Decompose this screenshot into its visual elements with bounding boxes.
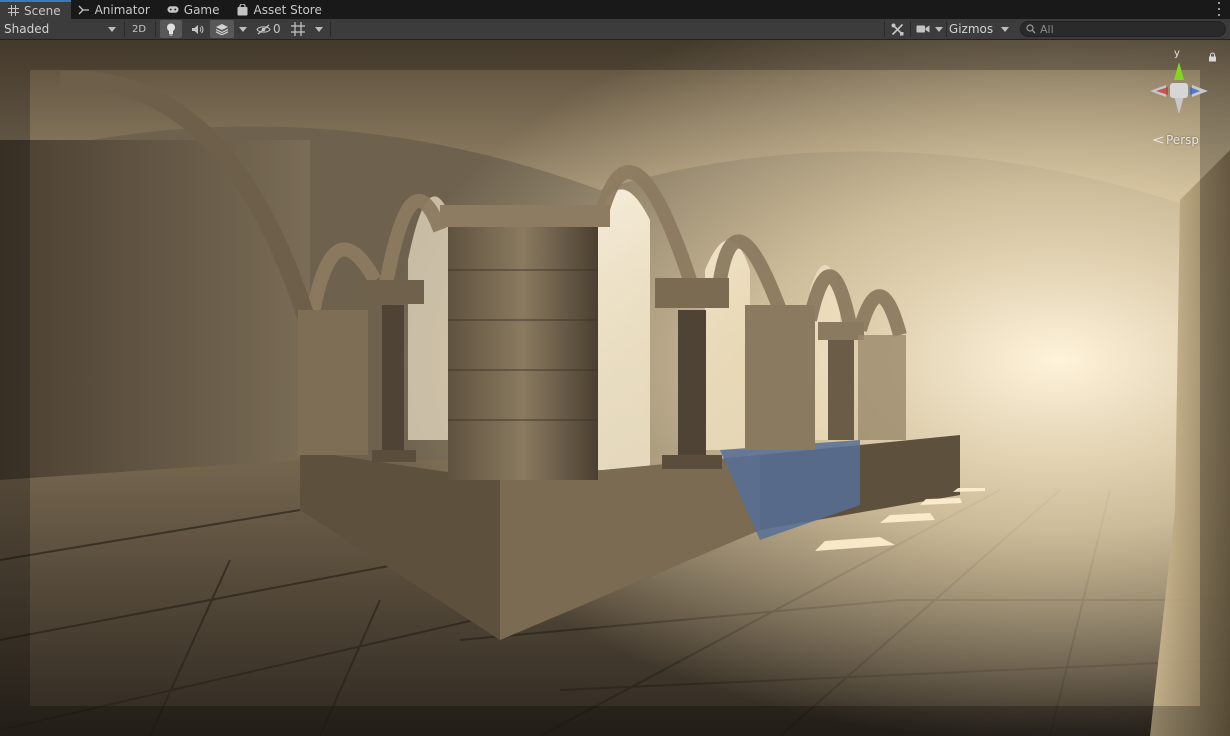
camera-dropdown[interactable] (933, 19, 945, 39)
search-field[interactable] (1020, 21, 1226, 37)
shopping-bag-icon (237, 3, 249, 16)
toggle-2d-button[interactable]: 2D (128, 19, 150, 39)
perspective-icon (1153, 136, 1164, 144)
search-input[interactable] (1040, 22, 1220, 36)
gamepad-icon (167, 4, 179, 16)
effects-dropdown[interactable] (235, 19, 251, 39)
search-icon (1026, 24, 1036, 34)
hidden-eye-icon (256, 24, 271, 34)
tab-asset-store-label: Asset Store (253, 2, 322, 17)
lightbulb-icon (167, 23, 175, 35)
grid-toggle-icon (291, 22, 305, 36)
projection-label: Persp (1166, 133, 1199, 147)
toolbar-divider (330, 21, 331, 37)
camera-button[interactable] (913, 19, 933, 39)
grid-options-dropdown[interactable] (311, 19, 327, 39)
chevron-down-icon (239, 26, 247, 32)
tab-animator[interactable]: Animator (71, 0, 160, 19)
projection-toggle[interactable]: Persp (1153, 133, 1199, 147)
toolbar-divider (910, 21, 911, 37)
chevron-down-icon (315, 26, 323, 32)
camera-icon (916, 25, 930, 33)
toggle-2d-label: 2D (131, 23, 147, 35)
gizmos-label: Gizmos (948, 22, 994, 36)
toolbar-divider (155, 21, 156, 37)
draw-mode-dropdown[interactable]: Shaded (0, 19, 122, 39)
tab-asset-store[interactable]: Asset Store (230, 0, 332, 19)
grid-visibility-toggle[interactable] (288, 19, 308, 39)
scene-render (0, 40, 1230, 736)
effects-toggle[interactable] (210, 20, 234, 38)
audio-toggle[interactable] (186, 19, 208, 39)
scene-toolbar: Shaded 2D 0 Gizmos (0, 19, 1230, 40)
tools-button[interactable] (886, 19, 908, 39)
scene-orientation-gizmo[interactable] (1146, 48, 1210, 126)
tab-scene[interactable]: Scene (0, 0, 71, 19)
chevron-down-icon (1001, 26, 1009, 32)
layers-icon (215, 24, 229, 35)
toolbar-divider (124, 21, 125, 37)
speaker-icon (191, 24, 203, 34)
tab-scene-label: Scene (24, 3, 61, 18)
animator-icon (78, 4, 90, 16)
tab-game-label: Game (183, 2, 220, 17)
lock-icon[interactable] (1208, 52, 1217, 62)
toolbar-divider (946, 21, 947, 37)
tab-game[interactable]: Game (160, 0, 230, 19)
lighting-toggle[interactable] (160, 20, 182, 38)
tools-icon (891, 23, 903, 35)
draw-mode-label: Shaded (4, 22, 50, 36)
more-options-icon[interactable] (1216, 2, 1222, 16)
chevron-down-icon (108, 26, 116, 32)
chevron-down-icon (935, 26, 943, 32)
scene-visibility-toggle[interactable]: 0 (256, 19, 284, 39)
tab-animator-label: Animator (94, 2, 150, 17)
hidden-object-count: 0 (273, 22, 281, 36)
gizmos-button[interactable]: Gizmos (948, 19, 994, 39)
toolbar-divider (884, 21, 885, 37)
grid-icon (7, 5, 19, 17)
editor-tab-bar: Scene Animator Game Asset Store (0, 0, 1230, 19)
scene-viewport[interactable]: y Persp (0, 40, 1230, 736)
gizmos-dropdown[interactable] (997, 19, 1013, 39)
gizmo-y-label: y (1174, 48, 1180, 59)
